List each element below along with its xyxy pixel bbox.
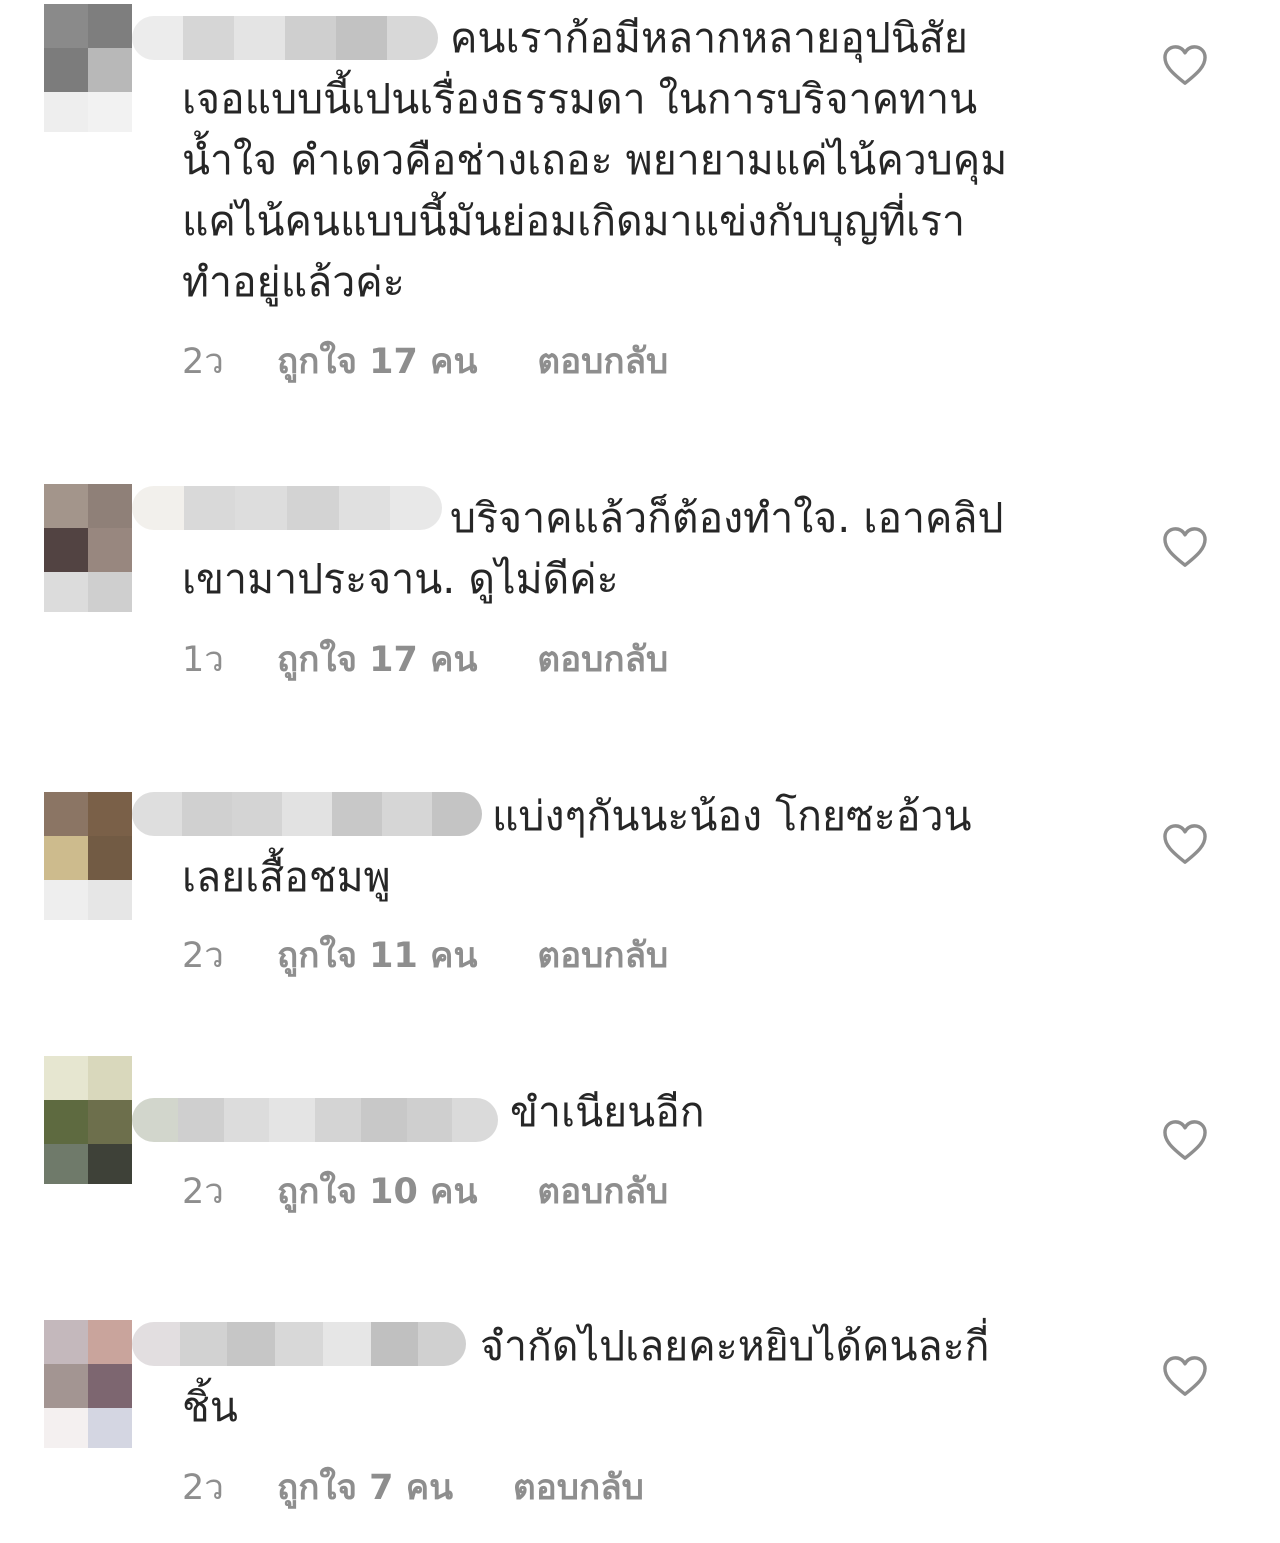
avatar[interactable] — [44, 4, 132, 132]
comment-time[interactable]: 1ว — [182, 632, 277, 687]
comment-text: คนเราก้อมีหลากหลายอุปนิสัย เจอแบบนี้เปนเ… — [182, 14, 1008, 306]
comment-time[interactable]: 2ว — [182, 334, 277, 389]
heart-outline-icon[interactable] — [1162, 1355, 1208, 1397]
like-count[interactable]: ถูกใจ 17 คน — [277, 334, 477, 389]
comment-time[interactable]: 2ว — [182, 1164, 277, 1219]
comment-meta: 2ว ถูกใจ 7 คน ตอบกลับ — [182, 1462, 644, 1512]
avatar[interactable] — [44, 792, 132, 920]
avatar[interactable] — [44, 1320, 132, 1448]
avatar[interactable] — [44, 484, 132, 612]
reply-button[interactable]: ตอบกลับ — [537, 632, 668, 687]
like-count[interactable]: ถูกใจ 10 คน — [277, 1164, 477, 1219]
comment-time[interactable]: 2ว — [182, 928, 277, 983]
reply-button[interactable]: ตอบกลับ — [513, 1460, 644, 1515]
reply-button[interactable]: ตอบกลับ — [537, 334, 668, 389]
comment-text: แบ่งๆกันนะน้อง โกยซะอ้วน เลยเสื้อชมพู — [182, 792, 972, 901]
heart-outline-icon[interactable] — [1162, 44, 1208, 86]
heart-outline-icon[interactable] — [1162, 823, 1208, 865]
comment-meta: 2ว ถูกใจ 17 คน ตอบกลับ — [182, 336, 668, 386]
like-count[interactable]: ถูกใจ 7 คน — [277, 1460, 453, 1515]
comment-text: บริจาคแล้วก็ต้องทำใจ. เอาคลิป เขามาประจา… — [182, 494, 1004, 603]
comment-text: ขำเนียนอีก — [510, 1088, 705, 1136]
comment-meta: 1ว ถูกใจ 17 คน ตอบกลับ — [182, 634, 668, 684]
comment-meta: 2ว ถูกใจ 10 คน ตอบกลับ — [182, 1166, 668, 1216]
reply-button[interactable]: ตอบกลับ — [537, 928, 668, 983]
comment-text: จำกัดไปเลยคะหยิบได้คนละกี่ ชิ้น — [182, 1322, 990, 1431]
like-count[interactable]: ถูกใจ 11 คน — [277, 928, 477, 983]
comment-time[interactable]: 2ว — [182, 1460, 277, 1515]
reply-button[interactable]: ตอบกลับ — [537, 1164, 668, 1219]
heart-outline-icon[interactable] — [1162, 1119, 1208, 1161]
comment-meta: 2ว ถูกใจ 11 คน ตอบกลับ — [182, 930, 668, 980]
avatar[interactable] — [44, 1056, 132, 1184]
heart-outline-icon[interactable] — [1162, 526, 1208, 568]
like-count[interactable]: ถูกใจ 17 คน — [277, 632, 477, 687]
